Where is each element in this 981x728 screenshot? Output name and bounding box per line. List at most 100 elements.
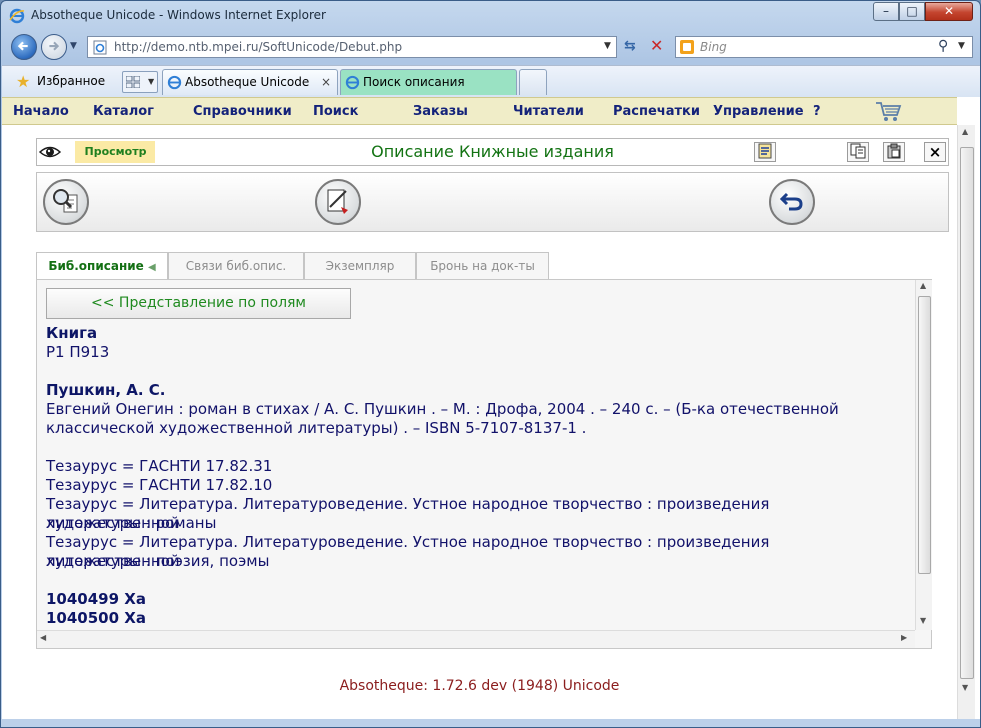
eye-icon	[39, 146, 61, 158]
form-icon	[758, 143, 772, 159]
tab-list-dropdown-icon[interactable]: ▼	[148, 77, 154, 86]
menu-item-orders[interactable]: Заказы	[413, 104, 468, 119]
undo-button[interactable]	[769, 179, 815, 225]
thesaurus-line: литературы : романы	[46, 514, 217, 532]
browser-window: Absotheque Unicode - Windows Internet Ex…	[0, 0, 981, 728]
tab-bib-links[interactable]: Связи биб.опис.	[168, 252, 304, 279]
tab-reservation[interactable]: Бронь на док-ты	[416, 252, 549, 279]
back-button[interactable]	[11, 34, 37, 60]
address-dropdown-icon[interactable]: ▼	[604, 41, 611, 51]
tab-label: Бронь на док-ты	[430, 259, 535, 273]
tab-ie-icon	[345, 75, 360, 90]
window-title: Absotheque Unicode - Windows Internet Ex…	[31, 8, 326, 22]
thesaurus-line: Тезаурус = ГАСНТИ 17.82.31	[46, 457, 273, 475]
menu-item-references[interactable]: Справочники	[193, 104, 292, 119]
menu-item-management[interactable]: Управление	[713, 104, 804, 119]
search-icon[interactable]: ⚲	[938, 38, 948, 54]
cart-icon[interactable]	[875, 100, 903, 124]
copy-button[interactable]	[847, 142, 869, 162]
close-window-button[interactable]: ✕	[925, 2, 973, 21]
quick-tabs-button[interactable]: ▼	[122, 71, 158, 93]
title-bar: Absotheque Unicode - Windows Internet Ex…	[1, 1, 980, 31]
refresh-icon[interactable]: ⇆	[624, 38, 636, 54]
page-scroll-thumb[interactable]	[960, 147, 974, 679]
view-mode-label: Просмотр	[75, 141, 155, 163]
undo-icon	[779, 192, 803, 211]
page-content: Начало Каталог Справочники Поиск Заказы …	[2, 97, 980, 719]
scroll-down-icon[interactable]: ▼	[962, 683, 968, 692]
fields-view-button[interactable]: << Представление по полям	[46, 288, 351, 319]
stop-icon[interactable]: ✕	[650, 36, 663, 55]
tab-label: Поиск описания	[363, 75, 465, 89]
close-tab-icon[interactable]: ×	[321, 70, 331, 94]
scroll-right-icon[interactable]: ▶	[901, 633, 907, 642]
forward-button[interactable]	[41, 34, 67, 60]
menu-item-catalog[interactable]: Каталог	[93, 104, 154, 119]
tab-label: Absotheque Unicode	[185, 75, 310, 89]
copy-inventory: 1040499 Ха	[46, 590, 146, 608]
favorites-bar: ★ Избранное ▼ Absotheque Unicode × Поиск…	[2, 65, 980, 97]
record-description-line: Евгений Онегин : роман в стихах / А. С. …	[46, 400, 839, 418]
description-area: << Представление по полям Книга Р1 П913 …	[36, 279, 932, 649]
edit-record-button[interactable]	[315, 179, 361, 225]
menu-item-home[interactable]: Начало	[13, 104, 69, 119]
search-record-button[interactable]	[43, 179, 89, 225]
address-bar[interactable]: http://demo.ntb.mpei.ru/SoftUnicode/Debu…	[87, 36, 617, 58]
scroll-left-icon[interactable]: ◀	[40, 633, 46, 642]
menu-item-readers[interactable]: Читатели	[513, 104, 584, 119]
edit-form-button[interactable]	[754, 142, 776, 162]
tab-search-description[interactable]: Поиск описания	[340, 69, 517, 95]
menu-item-printouts[interactable]: Распечатки	[613, 104, 700, 119]
description-scroll-thumb[interactable]	[918, 296, 931, 574]
address-text[interactable]: http://demo.ntb.mpei.ru/SoftUnicode/Debu…	[114, 40, 402, 54]
record-code: Р1 П913	[46, 343, 110, 361]
magnifier-document-icon	[53, 189, 78, 213]
record-author: Пушкин, А. С.	[46, 381, 166, 399]
favorites-button[interactable]: Избранное	[37, 74, 105, 88]
description-scrollbar[interactable]: ▲ ▼	[915, 280, 932, 630]
tab-label: Связи биб.опис.	[185, 259, 287, 273]
new-tab-button[interactable]	[519, 69, 547, 95]
scroll-down-icon[interactable]: ▼	[920, 616, 926, 625]
tab-bib-description[interactable]: Биб.описание ◀	[36, 252, 168, 279]
tab-copy[interactable]: Экземпляр	[304, 252, 416, 279]
thesaurus-line: Тезаурус = ГАСНТИ 17.82.10	[46, 476, 273, 494]
minimize-button[interactable]: –	[873, 2, 899, 21]
bing-logo-icon	[680, 40, 694, 54]
tab-label: Экземпляр	[325, 259, 395, 273]
paste-icon	[887, 143, 901, 159]
tab-label: Биб.описание	[48, 259, 144, 273]
forward-arrow-icon	[49, 41, 60, 51]
record-panel-header: Описание Книжные издания Просмотр ×	[36, 138, 949, 166]
menu-item-help[interactable]: ?	[813, 104, 821, 119]
favorites-star-icon[interactable]: ★	[16, 72, 30, 91]
scroll-up-icon[interactable]: ▲	[962, 127, 968, 136]
panel-title: Описание Книжные издания	[371, 142, 614, 161]
description-horizontal-scrollbar[interactable]: ◀ ▶	[37, 630, 915, 648]
edit-document-icon	[327, 189, 348, 214]
copy-icon	[850, 143, 866, 159]
record-type: Книга	[46, 324, 98, 342]
copy-inventory: 1040500 Ха	[46, 609, 146, 627]
thesaurus-line: литературы : поэзия, поэмы	[46, 552, 270, 570]
back-arrow-icon	[17, 41, 28, 51]
paste-button[interactable]	[883, 142, 905, 162]
close-panel-button[interactable]: ×	[924, 142, 946, 162]
record-toolbar	[36, 172, 949, 232]
quick-tabs-icon	[126, 76, 140, 88]
ie-logo-icon	[9, 8, 25, 24]
tab-ie-icon	[167, 75, 182, 90]
history-dropdown-icon[interactable]: ▼	[70, 41, 77, 51]
record-tabs: Биб.описание ◀ Связи биб.опис. Экземпляр…	[36, 252, 549, 279]
search-dropdown-icon[interactable]: ▼	[958, 41, 965, 51]
main-menu: Начало Каталог Справочники Поиск Заказы …	[2, 97, 957, 125]
page-icon	[93, 40, 107, 55]
page-scrollbar[interactable]: ▲ ▼	[957, 125, 975, 719]
search-box[interactable]: Bing ⚲ ▼	[675, 36, 973, 58]
maximize-button[interactable]: □	[899, 2, 925, 21]
menu-item-search[interactable]: Поиск	[313, 104, 358, 119]
tab-absotheque[interactable]: Absotheque Unicode ×	[162, 69, 338, 95]
active-tab-arrow-icon: ◀	[147, 262, 156, 273]
scroll-up-icon[interactable]: ▲	[920, 281, 926, 290]
record-description-line: классической художественной литературы) …	[46, 419, 587, 437]
